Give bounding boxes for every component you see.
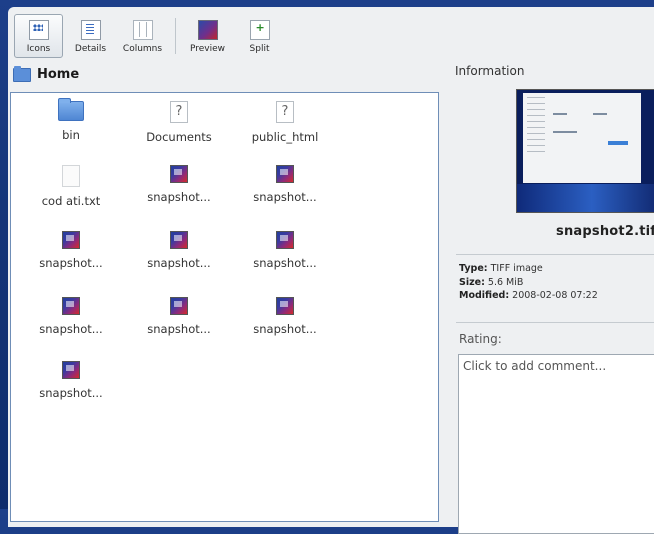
file-item[interactable]: Documents bbox=[125, 101, 233, 144]
columns-view-label: Columns bbox=[122, 44, 163, 54]
icons-view-icon bbox=[28, 20, 49, 40]
details-view-label: Details bbox=[74, 44, 107, 54]
file-name: snapshot... bbox=[147, 256, 211, 270]
file-metadata: Type: TIFF image Size: 5.6 MiB Modified:… bbox=[459, 262, 598, 303]
file-name: cod ati.txt bbox=[41, 194, 101, 208]
file-view[interactable]: bin Documents public_htmlcod ati.txt snapsh… bbox=[10, 92, 439, 522]
type-label: Type: bbox=[459, 263, 488, 274]
location-header[interactable]: Home bbox=[13, 65, 80, 82]
file-item[interactable]: bin bbox=[17, 98, 125, 142]
icons-view-button[interactable]: Icons bbox=[14, 14, 63, 58]
file-item[interactable]: snapshot... bbox=[231, 297, 339, 336]
image-file-icon bbox=[170, 231, 188, 249]
size-label: Size: bbox=[459, 276, 485, 288]
file-name: public_html bbox=[251, 130, 319, 144]
preview-label: Preview bbox=[189, 44, 226, 54]
toolbar-separator bbox=[175, 18, 176, 54]
image-file-icon bbox=[62, 297, 80, 315]
file-name: snapshot... bbox=[253, 322, 317, 336]
type-row: Type: TIFF image bbox=[459, 262, 598, 276]
information-title: Information bbox=[455, 64, 525, 78]
image-file-icon bbox=[276, 231, 294, 249]
image-file-icon bbox=[170, 165, 188, 183]
selected-filename: snapshot2.tiff bbox=[556, 224, 654, 239]
file-name: snapshot... bbox=[39, 256, 103, 270]
file-item[interactable]: public_html bbox=[231, 101, 339, 144]
columns-view-button[interactable]: Columns bbox=[118, 14, 167, 58]
file-item[interactable]: snapshot... bbox=[17, 231, 125, 270]
information-panel: Information snapshot2.tiff Type: TIFF im… bbox=[454, 64, 654, 534]
file-name: snapshot... bbox=[147, 190, 211, 204]
file-name: snapshot... bbox=[39, 322, 103, 336]
rating-divider bbox=[456, 322, 654, 323]
image-file-icon bbox=[276, 165, 294, 183]
file-item[interactable]: snapshot... bbox=[17, 361, 125, 400]
folder-icon bbox=[58, 98, 84, 121]
text-file-icon bbox=[62, 165, 80, 187]
rating-label[interactable]: Rating: bbox=[459, 332, 502, 346]
location-title: Home bbox=[37, 67, 80, 82]
size-value: 5.6 MiB bbox=[487, 276, 524, 288]
image-file-icon bbox=[170, 297, 188, 315]
preview-icon bbox=[197, 20, 218, 40]
file-item[interactable]: snapshot... bbox=[231, 165, 339, 204]
thumbnail-band bbox=[517, 184, 654, 212]
icons-view-label: Icons bbox=[26, 44, 51, 54]
unknown-file-icon bbox=[170, 101, 188, 123]
image-file-icon bbox=[62, 231, 80, 249]
comment-box[interactable]: Click to add comment... bbox=[458, 354, 654, 534]
file-item[interactable]: snapshot... bbox=[17, 297, 125, 336]
file-item[interactable]: cod ati.txt bbox=[17, 165, 125, 208]
size-row: Size: 5.6 MiB bbox=[459, 276, 598, 290]
details-view-icon bbox=[80, 20, 101, 40]
split-label: Split bbox=[249, 44, 270, 54]
modified-row: Modified: 2008-02-08 07:22 bbox=[459, 289, 598, 303]
file-item[interactable]: snapshot... bbox=[125, 297, 233, 336]
file-manager-window: Icons Details Columns Preview Split Home… bbox=[8, 7, 654, 534]
file-name: snapshot... bbox=[253, 190, 317, 204]
file-name: snapshot... bbox=[253, 256, 317, 270]
comment-placeholder: Click to add comment... bbox=[463, 359, 607, 373]
file-name: Documents bbox=[146, 130, 212, 144]
file-item[interactable]: snapshot... bbox=[125, 231, 233, 270]
unknown-file-icon bbox=[276, 101, 294, 123]
file-name: snapshot... bbox=[39, 386, 103, 400]
file-name: bin bbox=[62, 128, 80, 142]
details-view-button[interactable]: Details bbox=[66, 14, 115, 58]
file-item[interactable]: snapshot... bbox=[125, 165, 233, 204]
preview-button[interactable]: Preview bbox=[183, 14, 232, 58]
thumbnail-screen bbox=[523, 93, 641, 183]
split-icon bbox=[249, 20, 270, 40]
view-mode-toolbar: Icons Details Columns Preview Split bbox=[14, 14, 287, 66]
image-file-icon bbox=[62, 361, 80, 379]
columns-view-icon bbox=[132, 20, 153, 40]
modified-value: 2008-02-08 07:22 bbox=[512, 290, 598, 301]
type-value: TIFF image bbox=[490, 263, 543, 274]
modified-label: Modified: bbox=[459, 290, 510, 301]
home-folder-icon bbox=[13, 65, 31, 82]
file-item[interactable]: snapshot... bbox=[231, 231, 339, 270]
split-button[interactable]: Split bbox=[235, 14, 284, 58]
image-file-icon bbox=[276, 297, 294, 315]
preview-thumbnail bbox=[516, 89, 654, 213]
file-name: snapshot... bbox=[147, 322, 211, 336]
info-divider bbox=[456, 254, 654, 255]
